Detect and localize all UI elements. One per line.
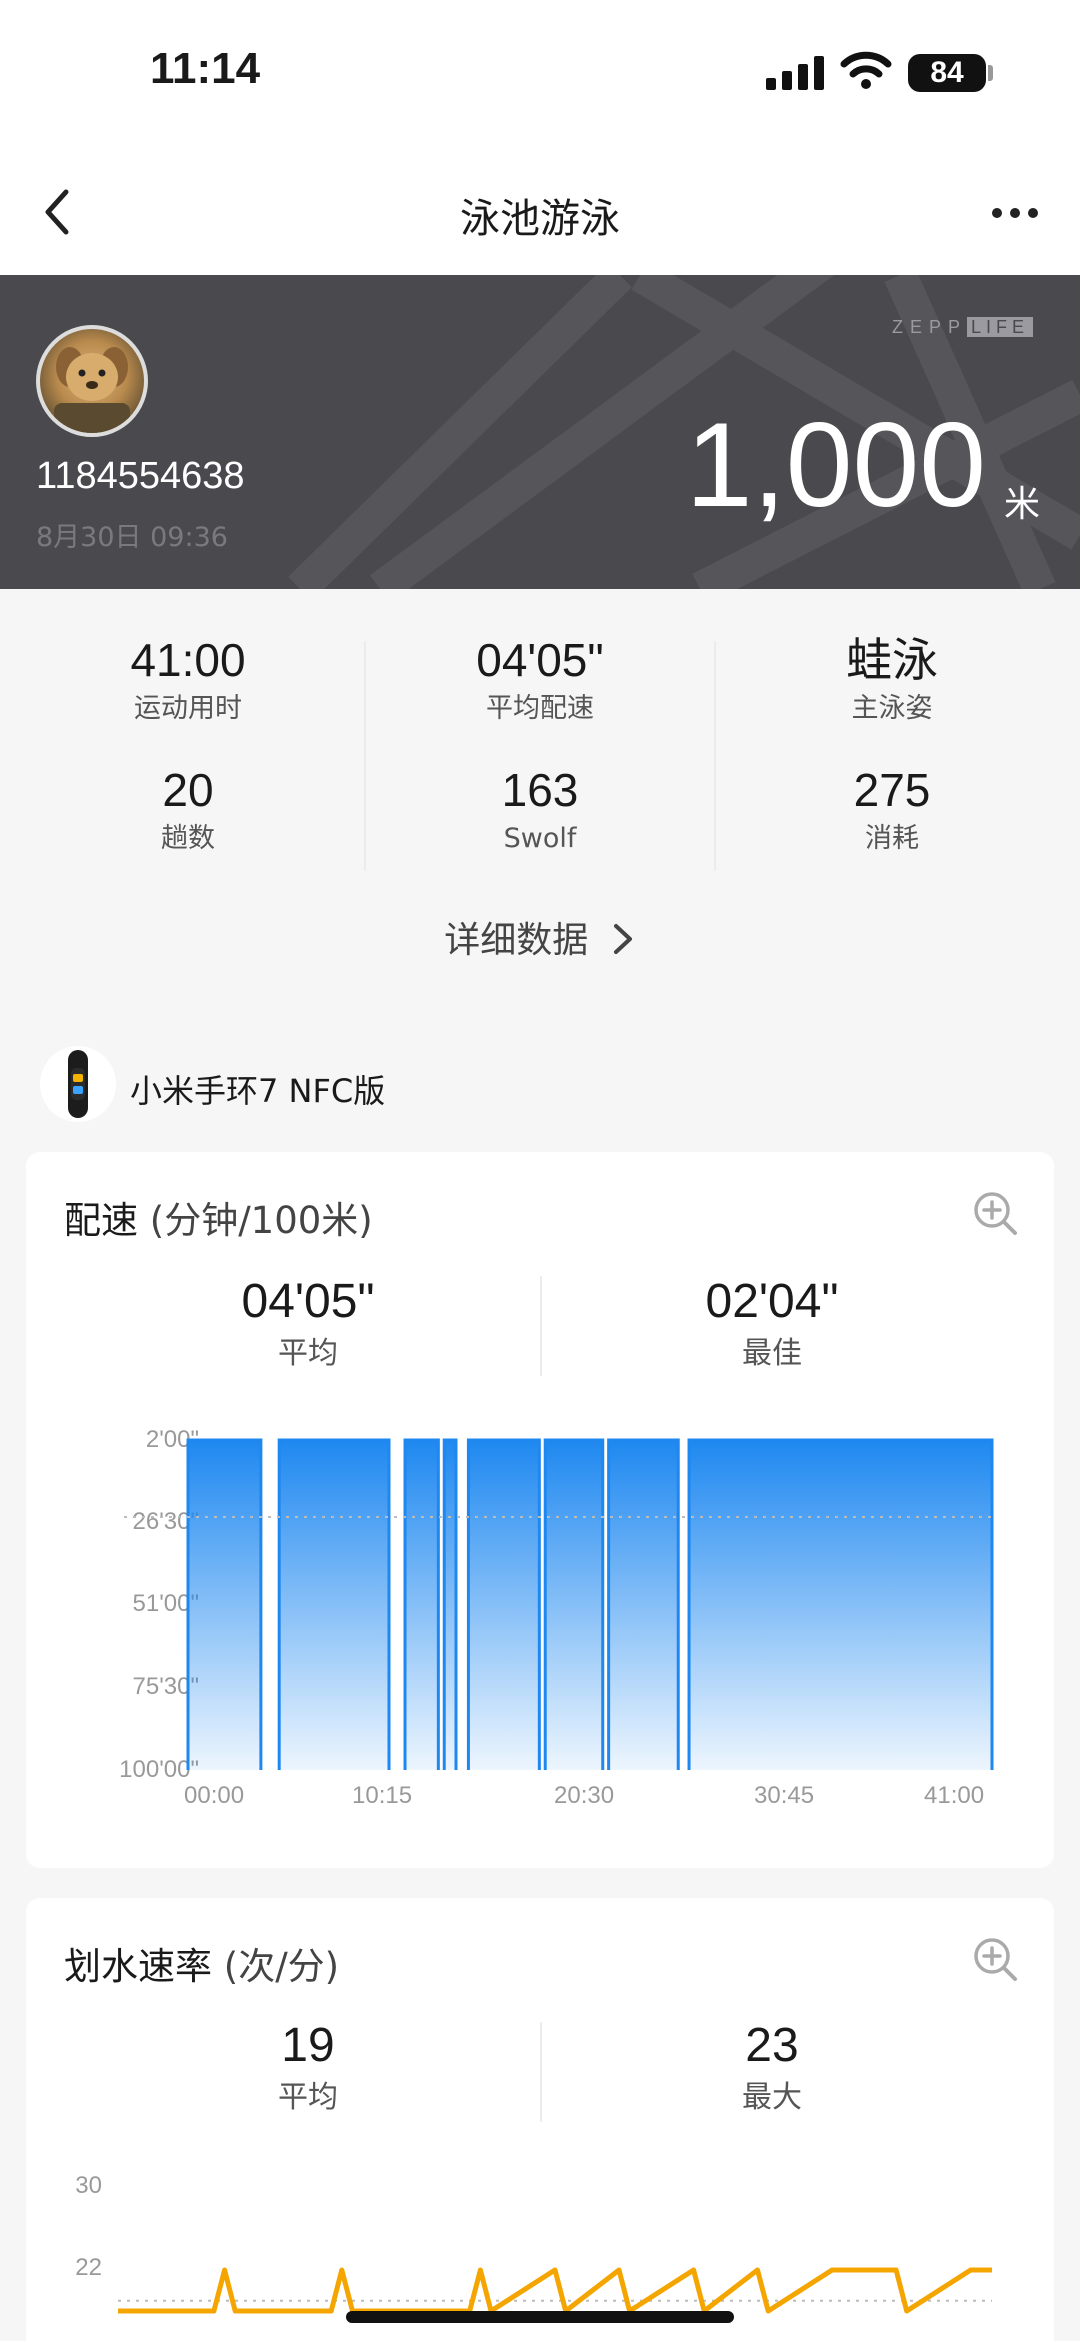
pace-segment-0: [188, 1440, 261, 1770]
zepp-life-logo: ZEPP LIFE: [892, 317, 1034, 338]
device-name: 小米手环7 NFC版: [130, 1072, 386, 1110]
chevron-right-icon: [613, 924, 632, 954]
dog-avatar-image: [54, 347, 130, 433]
workout-summary: 41:00 运动用时 04'05" 平均配速 蛙泳 主泳姿 20 趟数 163 …: [0, 589, 1080, 1009]
pace-segment-5: [545, 1440, 603, 1770]
stat-value: 04'05": [476, 634, 604, 686]
workout-header: 1184554638 8月30日 09:36 ZEPP LIFE 1,000 米: [0, 275, 1080, 589]
brand-life: LIFE: [967, 317, 1034, 337]
avatar[interactable]: [36, 325, 148, 437]
status-bar: 11:14 84: [0, 0, 1080, 150]
user-id: 1184554638: [36, 455, 245, 497]
stat-label: 运动用时: [134, 693, 242, 724]
nav-bar: 泳池游泳: [0, 150, 1080, 275]
stat-label: Swolf: [503, 823, 577, 854]
stat-value: 275: [853, 764, 931, 816]
stat-value: 蛙泳: [846, 634, 938, 686]
stat-laps: 20 趟数: [38, 761, 338, 859]
detail-data-link[interactable]: 详细数据: [0, 911, 1080, 963]
stat-label: 主泳姿: [851, 693, 933, 724]
stat-main-stroke: 蛙泳 主泳姿: [742, 631, 1042, 729]
stat-label: 平均配速: [486, 693, 594, 724]
pace-segment-3: [444, 1440, 456, 1770]
x-tick: 10:15: [352, 1782, 413, 1809]
status-time: 11:14: [150, 44, 261, 93]
stroke-rate-chart[interactable]: [26, 1898, 1054, 2341]
stat-value: 20: [162, 764, 214, 816]
stat-label: 消耗: [865, 823, 919, 854]
stat-swolf: 163 Swolf: [390, 761, 690, 859]
stat-label: 趟数: [161, 823, 215, 854]
pace-card: 配速 (分钟/100米) 04'05" 平均 02'04" 最佳 2'00" 2…: [26, 1152, 1054, 1868]
band-device-icon: [40, 1046, 116, 1122]
stat-value: 41:00: [130, 634, 246, 686]
stat-duration: 41:00 运动用时: [38, 631, 338, 729]
pace-chart[interactable]: [26, 1152, 1054, 1868]
divider: [714, 641, 716, 871]
divider: [364, 641, 366, 871]
total-distance: 1,000: [685, 398, 986, 532]
stroke-rate-series: [118, 2267, 992, 2314]
battery-icon: 84: [908, 54, 986, 92]
pace-segment-1: [279, 1440, 389, 1770]
pace-segment-2: [405, 1440, 439, 1770]
stat-value: 163: [501, 764, 579, 816]
stroke-rate-card: 划水速率 (次/分) 19 平均 23 最大 30 22: [26, 1898, 1054, 2341]
x-tick: 00:00: [184, 1782, 245, 1809]
stat-avg-pace: 04'05" 平均配速: [390, 631, 690, 729]
stat-calories: 275 消耗: [742, 761, 1042, 859]
brand-zepp: ZEPP: [892, 317, 968, 337]
page-title: 泳池游泳: [460, 196, 620, 242]
cellular-signal-icon: [766, 56, 824, 90]
workout-date: 8月30日 09:36: [36, 522, 228, 553]
more-options-icon[interactable]: [990, 206, 1040, 220]
battery-tip: [988, 65, 993, 81]
pace-segment-7: [689, 1440, 992, 1770]
home-indicator[interactable]: [346, 2311, 734, 2323]
x-tick: 20:30: [554, 1782, 615, 1809]
pace-segment-4: [468, 1440, 540, 1770]
pace-segment-6: [608, 1440, 679, 1770]
detail-data-label: 详细数据: [444, 920, 589, 961]
wifi-icon: [840, 51, 892, 89]
x-tick: 41:00: [924, 1782, 985, 1809]
x-tick: 30:45: [754, 1782, 815, 1809]
distance-unit: 米: [1004, 484, 1041, 525]
